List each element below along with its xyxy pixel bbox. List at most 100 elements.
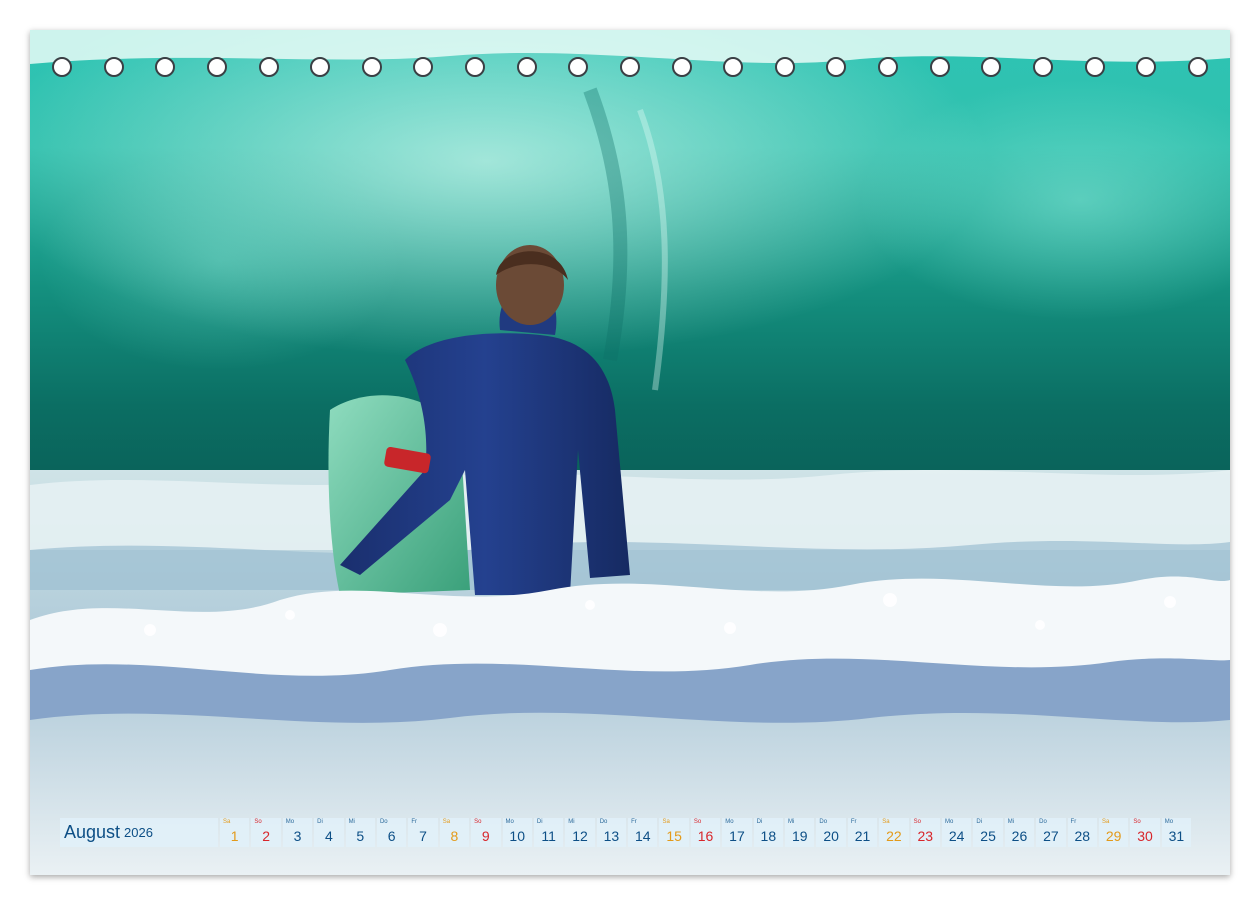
year-label: 2026: [124, 825, 153, 840]
weekday-label: Mo: [725, 819, 734, 825]
weekday-label: So: [474, 819, 482, 825]
binding-hole: [155, 57, 176, 77]
weekday-label: So: [913, 819, 921, 825]
binding-hole: [981, 57, 1002, 77]
day-number: 5: [356, 828, 365, 844]
binding-hole: [1032, 57, 1053, 77]
day-cell: Mi 5: [345, 818, 375, 847]
day-number: 4: [324, 828, 333, 844]
weekday-label: Do: [1039, 819, 1047, 825]
weekday-label: Fr: [631, 819, 637, 825]
day-number: 8: [450, 828, 459, 844]
weekday-label: So: [1133, 819, 1141, 825]
day-cell: Sa 22: [879, 818, 909, 847]
day-cell: So 9: [471, 818, 501, 847]
day-cell: Sa 15: [659, 818, 689, 847]
weekday-label: Mi: [568, 819, 575, 825]
day-number: 14: [634, 828, 651, 844]
day-cell: Di 18: [753, 818, 784, 847]
day-cell: Fr 28: [1067, 818, 1097, 847]
day-number: 15: [666, 828, 682, 844]
day-cells: Sa 1 So 2 Mo 3 Di 4 Mi 5 Do 6 Fr 7 Sa 8 So 9 Mo 10 Di 11 Mi 12 D…: [220, 818, 1192, 847]
day-cell: So 23: [910, 818, 940, 847]
binding-hole: [465, 57, 485, 77]
day-number: 19: [791, 828, 808, 844]
binding-hole: [206, 57, 227, 77]
weekday-label: Sa: [882, 819, 890, 825]
day-number: 12: [572, 828, 588, 844]
binding-hole: [1084, 57, 1105, 77]
day-number: 9: [481, 828, 490, 844]
day-number: 26: [1011, 828, 1028, 844]
day-cell: Mo 17: [722, 818, 752, 847]
day-number: 2: [262, 828, 270, 844]
day-cell: So 2: [251, 818, 281, 847]
day-cell: Di 11: [533, 818, 564, 847]
binding-hole: [568, 57, 589, 77]
day-cell: Do 6: [376, 818, 407, 847]
binding-hole: [723, 57, 744, 77]
day-number: 23: [917, 828, 934, 844]
day-cell: Fr 21: [847, 818, 878, 847]
weekday-label: Di: [536, 819, 543, 825]
binding-hole: [774, 57, 795, 77]
day-number: 20: [823, 828, 839, 844]
binding-hole: [1187, 57, 1208, 77]
day-number: 29: [1105, 828, 1122, 844]
binding-hole: [929, 57, 950, 77]
weekday-label: So: [693, 819, 702, 825]
weekday-label: Sa: [223, 819, 231, 825]
binding-hole: [258, 57, 279, 77]
weekday-label: Sa: [662, 819, 670, 825]
day-number: 30: [1137, 828, 1153, 844]
day-number: 6: [387, 828, 396, 844]
binding-hole: [878, 57, 898, 77]
day-cell: So 16: [690, 818, 721, 847]
weekday-label: Sa: [442, 819, 451, 825]
day-cell: Do 13: [596, 818, 627, 847]
day-cell: Sa 29: [1098, 818, 1129, 847]
day-cell: Mi 12: [565, 818, 595, 847]
day-number: 10: [509, 828, 525, 844]
weekday-label: Fr: [1070, 819, 1077, 825]
day-number: 18: [760, 828, 777, 844]
day-cell: Mi 19: [785, 818, 815, 847]
month-strip: August 2026 Sa 1 So 2 Mo 3 Di 4 Mi 5 Do 6 Fr 7 Sa 8 So 9 M…: [60, 818, 1202, 847]
day-cell: So 30: [1130, 818, 1160, 847]
day-cell: Mo 24: [941, 818, 972, 847]
binding-hole: [52, 57, 72, 77]
weekday-label: Fr: [411, 819, 418, 825]
day-number: 3: [293, 828, 302, 844]
day-cell: Do 20: [816, 818, 846, 847]
weekday-label: Do: [819, 819, 828, 825]
day-number: 31: [1168, 828, 1185, 844]
binding-hole: [619, 57, 640, 77]
binding-hole: [826, 57, 847, 77]
day-cell: Mo 10: [502, 818, 532, 847]
day-cell: Do 27: [1036, 818, 1066, 847]
weekday-label: Mi: [1007, 819, 1015, 825]
weekday-label: Fr: [850, 819, 857, 825]
day-cell: Mo 31: [1161, 818, 1192, 847]
day-number: 28: [1074, 828, 1091, 844]
binding-hole: [103, 57, 124, 77]
binding-hole: [310, 57, 331, 77]
day-cell: Fr 14: [628, 818, 658, 847]
day-number: 13: [603, 828, 620, 844]
binding-hole: [1136, 57, 1157, 77]
weekday-label: Mo: [1164, 819, 1174, 825]
weekday-label: Do: [599, 819, 608, 825]
day-number: 17: [729, 828, 745, 844]
day-number: 16: [697, 828, 714, 844]
month-label: August 2026: [60, 818, 218, 847]
weekday-label: Mo: [944, 819, 954, 825]
day-cell: Di 25: [973, 818, 1003, 847]
weekday-label: So: [254, 819, 262, 825]
calendar-page: August 2026 Sa 1 So 2 Mo 3 Di 4 Mi 5 Do 6 Fr 7 Sa 8 So 9 M…: [30, 30, 1230, 875]
binding-hole: [413, 57, 434, 77]
binding-hole: [671, 57, 692, 77]
weekday-label: Mo: [285, 819, 295, 825]
day-cell: Di 4: [314, 818, 344, 847]
day-number: 1: [230, 828, 239, 844]
day-number: 25: [980, 828, 996, 844]
